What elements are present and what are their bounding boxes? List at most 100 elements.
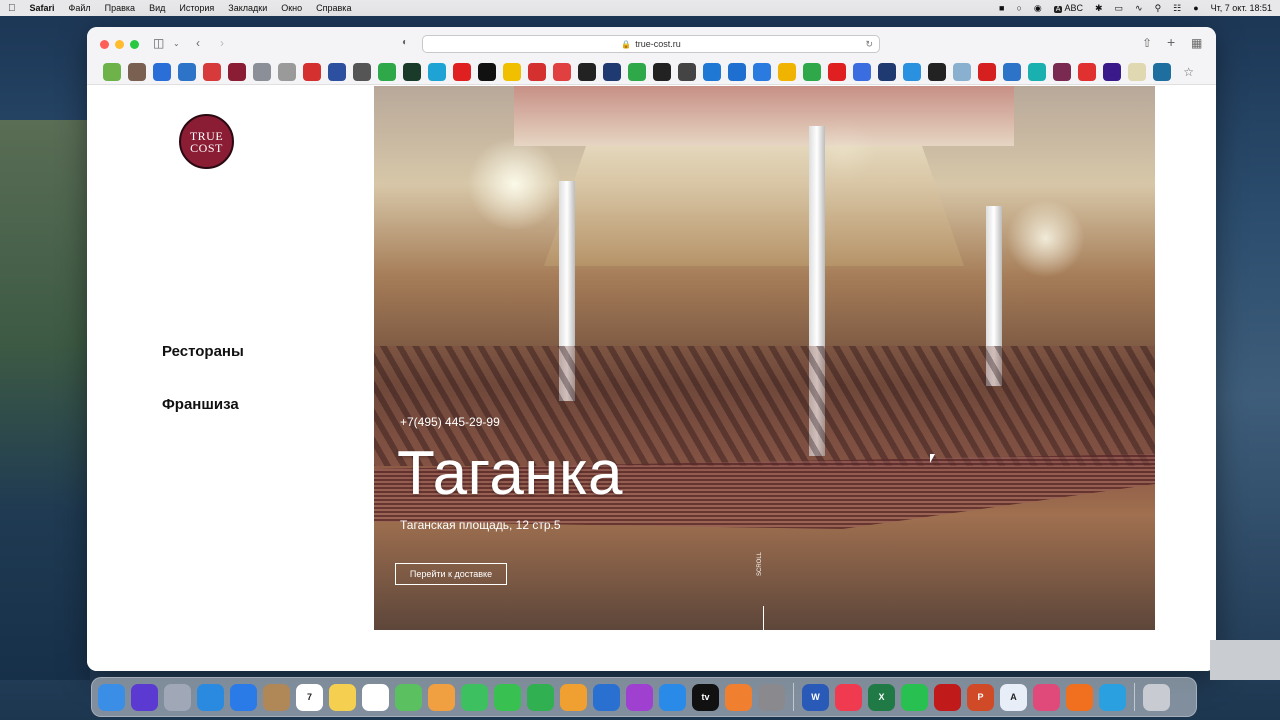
control-center-icon[interactable]: ☷ (1173, 3, 1181, 14)
forward-icon[interactable]: › (220, 36, 224, 50)
chevron-down-icon[interactable]: ⌄ (173, 39, 180, 48)
star-icon[interactable]: ☆ (1183, 65, 1194, 79)
drop-icon[interactable]: ○ (1016, 3, 1021, 13)
telegram-icon[interactable] (1099, 683, 1126, 711)
y-icon[interactable] (878, 63, 896, 81)
lines-icon[interactable] (678, 63, 696, 81)
new-tab-icon[interactable]: + (1167, 34, 1175, 50)
settings-icon[interactable] (758, 683, 785, 711)
menu-help[interactable]: Справка (316, 3, 351, 13)
page-icon[interactable] (1128, 63, 1146, 81)
privacy-shield-icon[interactable]: ◐ (402, 37, 408, 48)
share-icon[interactable]: ⇧ (1142, 36, 1152, 50)
play-icon[interactable] (828, 63, 846, 81)
acrobat-icon[interactable] (934, 683, 961, 711)
contacts-icon[interactable] (263, 683, 290, 711)
b-icon[interactable] (253, 63, 271, 81)
sidebar-icon[interactable]: ◫ (153, 36, 164, 50)
appletv-icon[interactable]: tv (692, 683, 719, 711)
calendar-icon[interactable]: 7 (296, 683, 323, 711)
menu-app-name[interactable]: Safari (30, 3, 55, 13)
search-icon[interactable]: ⚲ (1155, 3, 1162, 14)
bars-icon[interactable] (303, 63, 321, 81)
squares-icon[interactable] (203, 63, 221, 81)
affinity-icon[interactable] (1033, 683, 1060, 711)
address-bar[interactable]: 🔒 true-cost.ru ↻ (422, 35, 880, 53)
back-icon[interactable]: ‹ (196, 36, 200, 50)
menu-view[interactable]: Вид (149, 3, 165, 13)
menu-file[interactable]: Файл (69, 3, 91, 13)
finder-icon[interactable] (98, 683, 125, 711)
siri-menu-icon[interactable]: ● (1193, 3, 1198, 13)
figure-icon[interactable] (178, 63, 196, 81)
stop-icon[interactable]: ■ (999, 3, 1004, 13)
hh-icon[interactable] (978, 63, 996, 81)
leaf-icon[interactable] (103, 63, 121, 81)
amazon-icon[interactable] (653, 63, 671, 81)
sh-icon[interactable] (378, 63, 396, 81)
appstore-icon[interactable] (659, 683, 686, 711)
figure-icon[interactable] (1003, 63, 1021, 81)
youtube-icon[interactable] (453, 63, 471, 81)
reload-icon[interactable]: ↻ (865, 39, 873, 50)
square-icon[interactable] (603, 63, 621, 81)
drive-icon[interactable] (778, 63, 796, 81)
plus-icon[interactable] (478, 63, 496, 81)
menu-window[interactable]: Окно (281, 3, 302, 13)
bluetooth-icon[interactable]: ✱ (1095, 3, 1103, 14)
go-icon[interactable] (528, 63, 546, 81)
rss-icon[interactable] (278, 63, 296, 81)
wifi-icon[interactable]: ∿ (1135, 3, 1143, 14)
trash-icon[interactable] (1143, 683, 1170, 711)
mail-icon[interactable] (230, 683, 257, 711)
translator-icon[interactable]: A (1000, 683, 1027, 711)
reminders-icon[interactable] (362, 683, 389, 711)
circle-icon[interactable] (228, 63, 246, 81)
text-icon[interactable] (353, 63, 371, 81)
doc-icon[interactable] (853, 63, 871, 81)
whatsapp-icon[interactable] (901, 683, 928, 711)
nav-franchise[interactable]: Франшиза (162, 396, 239, 413)
apple-menu-icon[interactable]:  (8, 3, 16, 14)
purple-icon[interactable] (1103, 63, 1121, 81)
o-icon[interactable] (428, 63, 446, 81)
camera-icon[interactable] (753, 63, 771, 81)
numbers-icon[interactable] (527, 683, 554, 711)
word-icon[interactable]: W (802, 683, 829, 711)
delivery-button[interactable]: Перейти к доставке (395, 563, 507, 585)
box-icon[interactable] (403, 63, 421, 81)
siri-icon[interactable] (131, 683, 158, 711)
menu-bookmarks[interactable]: Закладки (228, 3, 267, 13)
info-icon[interactable] (703, 63, 721, 81)
shield-icon[interactable] (1078, 63, 1096, 81)
battery-icon[interactable]: ▭ (1115, 3, 1124, 14)
keynote-icon[interactable] (593, 683, 620, 711)
chart-icon[interactable] (578, 63, 596, 81)
facetime-icon[interactable] (494, 683, 521, 711)
ring-icon[interactable] (328, 63, 346, 81)
safari-icon[interactable] (197, 683, 224, 711)
windows-icon[interactable] (903, 63, 921, 81)
dots-icon[interactable] (803, 63, 821, 81)
clock[interactable]: Чт, 7 окт. 18:51 (1211, 3, 1272, 13)
powerpoint-icon[interactable]: P (967, 683, 994, 711)
infuse-icon[interactable] (1066, 683, 1093, 711)
x-icon[interactable] (503, 63, 521, 81)
close-button[interactable] (100, 40, 109, 49)
minimize-button[interactable] (115, 40, 124, 49)
zoom-button[interactable] (130, 40, 139, 49)
site-logo[interactable]: TRUE COST (179, 114, 234, 169)
menu-history[interactable]: История (179, 3, 214, 13)
music-icon[interactable] (835, 683, 862, 711)
excel-icon[interactable]: X (868, 683, 895, 711)
tile-icon[interactable] (728, 63, 746, 81)
menu-edit[interactable]: Правка (105, 3, 135, 13)
photos-icon[interactable] (428, 683, 455, 711)
amazon-icon[interactable] (928, 63, 946, 81)
pages-icon[interactable] (560, 683, 587, 711)
podcasts-icon[interactable] (626, 683, 653, 711)
grid-icon[interactable] (128, 63, 146, 81)
pin-icon[interactable] (953, 63, 971, 81)
launchpad-icon[interactable] (164, 683, 191, 711)
nav-restaurants[interactable]: Рестораны (162, 343, 244, 360)
